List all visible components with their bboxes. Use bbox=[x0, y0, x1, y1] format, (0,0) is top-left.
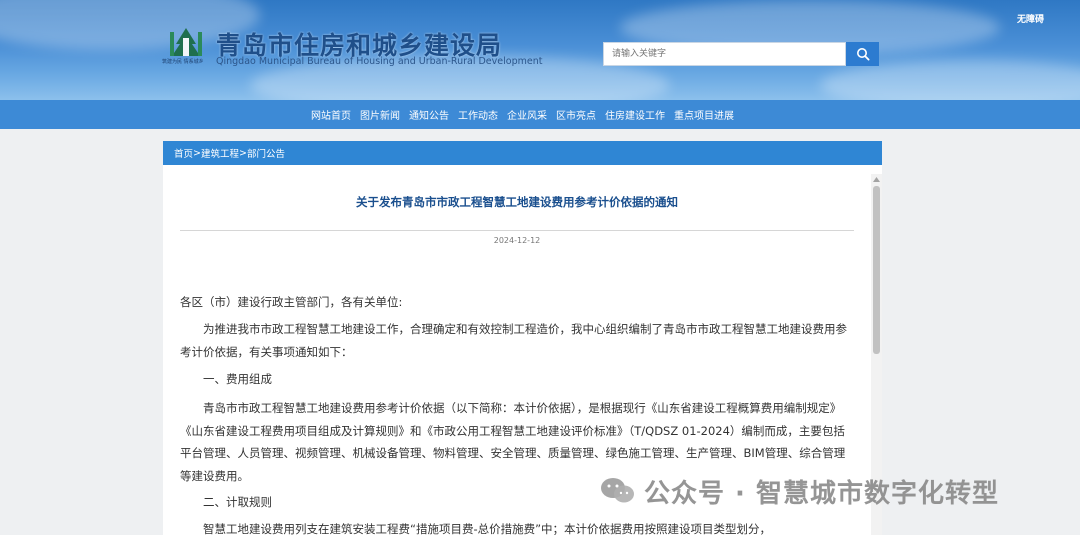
scroll-thumb[interactable] bbox=[873, 186, 880, 354]
nav-enterprise[interactable]: 企业风采 bbox=[507, 107, 547, 122]
breadcrumb-dept-notice[interactable]: 部门公告 bbox=[247, 146, 285, 160]
article-title: 关于发布青岛市市政工程智慧工地建设费用参考计价依据的通知 bbox=[356, 195, 678, 209]
breadcrumb-home[interactable]: 首页 bbox=[174, 146, 193, 160]
site-title-en: Qingdao Municipal Bureau of Housing and … bbox=[216, 56, 543, 67]
nav-photo-news[interactable]: 图片新闻 bbox=[360, 107, 400, 122]
main-nav: 网站首页 图片新闻 通知公告 工作动态 企业风采 区市亮点 住房建设工作 重点项… bbox=[0, 100, 1080, 129]
nav-district-highlights[interactable]: 区市亮点 bbox=[556, 107, 596, 122]
nav-housing-work[interactable]: 住房建设工作 bbox=[605, 107, 665, 122]
article-date: 2024-12-12 bbox=[493, 236, 541, 245]
site-header: 无障碍 筑建为民 情系城乡 青岛市住房和城乡建设局 Qingdao Munici… bbox=[0, 0, 1080, 100]
site-logo[interactable]: 筑建为民 情系城乡 青岛市住房和城乡建设局 Qingdao Municipal … bbox=[162, 24, 542, 72]
search-input[interactable] bbox=[603, 42, 846, 66]
search-icon bbox=[856, 48, 870, 61]
nav-home[interactable]: 网站首页 bbox=[311, 107, 351, 122]
watermark-text: 公众号 · 智慧城市数字化转型 bbox=[644, 478, 999, 509]
breadcrumb-construction[interactable]: 建筑工程 bbox=[201, 146, 239, 160]
title-divider bbox=[180, 230, 854, 231]
wechat-icon bbox=[601, 478, 634, 503]
search-button[interactable] bbox=[846, 42, 879, 66]
nav-notices[interactable]: 通知公告 bbox=[409, 107, 449, 122]
breadcrumb-separator: > bbox=[193, 147, 201, 159]
breadcrumb-separator: > bbox=[239, 147, 247, 159]
search-box bbox=[603, 42, 879, 66]
article-paragraph: 为推进我市市政工程智慧工地建设工作，合理确定和有效控制工程造价，我中心组织编制了… bbox=[180, 322, 847, 359]
nav-key-projects[interactable]: 重点项目进展 bbox=[674, 107, 734, 122]
breadcrumb: 首页 > 建筑工程 > 部门公告 bbox=[163, 141, 882, 165]
article-paragraph: 智慧工地建设费用列支在建筑安装工程费“措施项目费-总价措施费”中；本计价依据费用… bbox=[180, 522, 772, 535]
header-cloud bbox=[820, 60, 1080, 100]
scroll-up-arrow-icon[interactable] bbox=[871, 174, 882, 184]
article-greeting: 各区（市）建设行政主管部门，各有关单位: bbox=[180, 295, 403, 309]
accessibility-link[interactable]: 无障碍 bbox=[1017, 12, 1044, 25]
site-slogan: 筑建为民 情系城乡 bbox=[162, 59, 204, 65]
watermark: 公众号 · 智慧城市数字化转型 bbox=[598, 474, 999, 509]
nav-work-news[interactable]: 工作动态 bbox=[458, 107, 498, 122]
article-heading: 一、费用组成 bbox=[180, 372, 272, 386]
nav-items: 网站首页 图片新闻 通知公告 工作动态 企业风采 区市亮点 住房建设工作 重点项… bbox=[311, 100, 743, 129]
